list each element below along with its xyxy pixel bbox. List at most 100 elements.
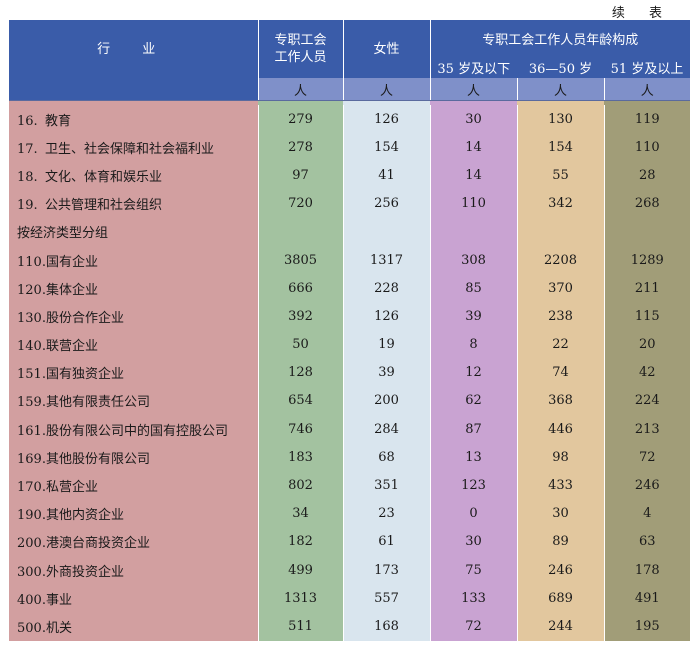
row-label: 161.股份有限公司中的国有控股公司: [9, 415, 258, 444]
age-51-above-count: 28: [603, 161, 690, 190]
age-51-above-count: 42: [603, 358, 690, 387]
unit-row-spacer: [9, 78, 258, 101]
industry-name: 港澳台商投资企业: [45, 536, 150, 552]
table-row: 400.事业 1313 557 133 689 491: [9, 584, 690, 613]
industry-name: 事业: [45, 592, 72, 608]
table-row: 140.联营企业 50 19 8 22 20: [9, 330, 690, 359]
table-row: 161.股份有限公司中的国有控股公司 746 284 87 446 213: [9, 415, 690, 444]
table-row: 169.其他股份有限公司 183 68 13 98 72: [9, 443, 690, 472]
unit-label: 人: [342, 78, 430, 101]
union-staff-count: 802: [257, 471, 343, 500]
industry-name: 股份有限公司中的国有控股公司: [45, 423, 228, 439]
age-35-below-count: 13: [429, 443, 517, 472]
statistics-table: 行 业 专职工会工作人员 女性 专职工会工作人员年龄构成 35 岁及以下 36—…: [9, 20, 690, 641]
table-row: 200.港澳台商投资企业 182 61 30 89 63: [9, 527, 690, 556]
row-label: 17. 卫生、社会保障和社会福利业: [9, 133, 258, 162]
female-count: 1317: [342, 245, 430, 275]
industry-code: 159.: [17, 395, 46, 411]
female-count: 351: [342, 471, 430, 500]
age-35-below-count: 8: [429, 330, 517, 359]
unit-label: 人: [429, 78, 517, 101]
female-count: 126: [342, 302, 430, 331]
union-staff-count: 746: [257, 415, 343, 444]
table-row: 16. 教育 279 126 30 130 119: [9, 105, 690, 134]
industry-code: 161.: [17, 423, 46, 439]
female-count: 68: [342, 443, 430, 472]
female-count: 19: [342, 330, 430, 359]
age-35-below-count: 30: [429, 527, 517, 556]
unit-label: 人: [516, 78, 604, 101]
row-header: 行 业: [9, 20, 258, 78]
union-staff-count: 392: [257, 302, 343, 331]
table-row: 159.其他有限责任公司 654 200 62 368 224: [9, 386, 690, 416]
age-51-above-count: 63: [603, 527, 690, 556]
female-count: 23: [342, 499, 430, 528]
age-51-above-count: 110: [603, 133, 690, 162]
age-36-50-count: 433: [516, 471, 604, 500]
age-36-50-count: 446: [516, 415, 604, 444]
industry-code: 17.: [17, 141, 38, 157]
row-label: 按经济类型分组: [9, 217, 258, 246]
col-header-female: 女性: [342, 20, 430, 78]
age-51-above-count: 119: [603, 105, 690, 134]
age-35-below-count: 39: [429, 302, 517, 331]
industry-code: 130.: [17, 310, 46, 326]
age-51-above-count: 115: [603, 302, 690, 331]
female-count: 41: [342, 161, 430, 190]
age-36-50-count: 244: [516, 612, 604, 641]
female-count: 173: [342, 556, 430, 585]
age-51-above-count: 213: [603, 415, 690, 444]
row-label: 120.集体企业: [9, 274, 258, 303]
age-35-below-count: 14: [429, 161, 517, 190]
table-row: 300.外商投资企业 499 173 75 246 178: [9, 556, 690, 585]
union-staff-count: 720: [257, 189, 343, 218]
industry-code: 16.: [17, 113, 38, 129]
row-label: 190.其他内资企业: [9, 499, 258, 528]
industry-name: 股份合作企业: [45, 310, 124, 326]
female-count: 284: [342, 415, 430, 444]
union-staff-count: 279: [257, 105, 343, 134]
union-staff-count: 511: [257, 612, 343, 641]
table-row: 19. 公共管理和社会组织 720 256 110 342 268: [9, 189, 690, 218]
unit-label: 人: [257, 78, 343, 101]
row-label: 400.事业: [9, 584, 258, 613]
female-count: 228: [342, 274, 430, 303]
union-staff-count: 50: [257, 330, 343, 359]
age-51-above-count: 72: [603, 443, 690, 472]
row-label: 200.港澳台商投资企业: [9, 527, 258, 556]
table-row: 500.机关 511 168 72 244 195: [9, 612, 690, 641]
col-header-union-staff: 专职工会工作人员: [257, 20, 343, 78]
industry-name: 其他内资企业: [45, 508, 124, 524]
industry-code: 120.: [17, 282, 46, 298]
age-35-below-count: 85: [429, 274, 517, 303]
row-label: 159.其他有限责任公司: [9, 386, 258, 416]
age-36-50-count: 55: [516, 161, 604, 190]
industry-name: 其他有限责任公司: [45, 395, 150, 411]
age-35-below-count: 133: [429, 584, 517, 613]
age-36-50-count: 342: [516, 189, 604, 218]
unit-label: 人: [603, 78, 690, 101]
col-header-age-35-below: 35 岁及以下: [429, 56, 517, 78]
union-staff-count: 97: [257, 161, 343, 190]
union-staff-count: 3805: [257, 245, 343, 275]
age-35-below-count: [429, 217, 517, 246]
age-51-above-count: 246: [603, 471, 690, 500]
age-51-above-count: 491: [603, 584, 690, 613]
union-staff-count: 666: [257, 274, 343, 303]
age-35-below-count: 87: [429, 415, 517, 444]
row-label: 19. 公共管理和社会组织: [9, 189, 258, 218]
age-51-above-count: 195: [603, 612, 690, 641]
industry-name: 按经济类型分组: [17, 226, 109, 242]
industry-name: 外商投资企业: [45, 564, 124, 580]
age-35-below-count: 75: [429, 556, 517, 585]
age-36-50-count: 2208: [516, 245, 604, 275]
union-staff-count: 499: [257, 556, 343, 585]
industry-code: 140.: [17, 339, 46, 355]
age-36-50-count: 74: [516, 358, 604, 387]
age-36-50-count: 89: [516, 527, 604, 556]
age-35-below-count: 12: [429, 358, 517, 387]
table-row: 120.集体企业 666 228 85 370 211: [9, 274, 690, 303]
age-35-below-count: 72: [429, 612, 517, 641]
age-35-below-count: 110: [429, 189, 517, 218]
industry-code: 200.: [17, 536, 46, 552]
